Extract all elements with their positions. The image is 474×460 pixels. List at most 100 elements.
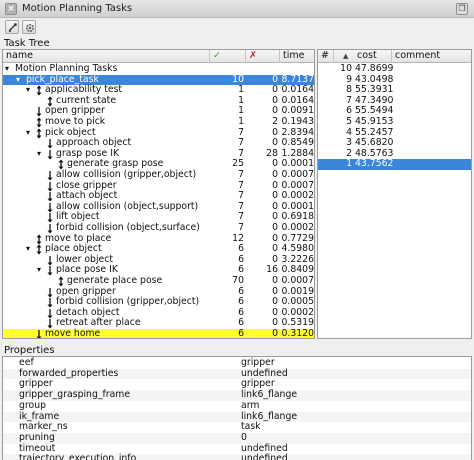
task-tree-row[interactable]: ▾ pick object 7 0 2.8394 [3, 127, 314, 139]
task-tree-row[interactable]: forbid collision (gripper,object) 6 0 0.000… [3, 297, 314, 308]
solutions-count: 1 [238, 116, 244, 127]
solution-row[interactable]: 9 43.0498 [318, 74, 471, 86]
task-tree-row[interactable]: forbid collision (object,surface) 7 0 0.000… [3, 222, 314, 234]
property-row[interactable]: ik_frame link6_flange [3, 411, 471, 423]
solutions-list[interactable]: # ▲ cost comment 10 47.8699 9 43.0498 8 55.39… [317, 49, 472, 339]
solution-row[interactable]: 7 47.3490 [318, 95, 471, 107]
solution-row[interactable]: 6 55.5494 [318, 106, 471, 117]
settings-button[interactable] [22, 20, 36, 34]
property-row[interactable]: gripper_grasping_frame link6_flange [3, 389, 471, 401]
column-header-time[interactable]: time [280, 50, 314, 63]
task-tree-row[interactable]: generate place pose 70 0 0.0007 [3, 275, 314, 287]
propagate-down-icon [47, 255, 53, 266]
expander-arrow-icon[interactable]: ▾ [37, 265, 41, 276]
solution-row[interactable]: 8 55.3931 [318, 85, 471, 96]
propagate-down-icon [36, 330, 42, 338]
time-value: 0.3120 [281, 328, 314, 339]
solution-row[interactable]: 2 48.5763 [318, 148, 471, 160]
property-row[interactable]: marker_ns task [3, 422, 471, 433]
property-value: 0 [241, 431, 247, 443]
solutions-count: 6 [238, 328, 244, 339]
column-header-cost[interactable]: cost [354, 50, 392, 63]
propagate-down-icon [47, 308, 53, 319]
property-row[interactable]: forwarded_properties undefined [3, 368, 471, 380]
task-name-cell: forbid collision (object,surface) [3, 222, 210, 234]
propagate-down-icon [47, 192, 53, 202]
failures-count: 0 [272, 275, 278, 286]
task-tree-row[interactable]: ▾ Motion Planning Tasks [3, 63, 314, 75]
window-float-button[interactable]: ❐ [456, 3, 468, 15]
solutions-count: 7 [238, 169, 244, 180]
task-name: move home [45, 328, 101, 339]
task-name-cell: move to pick [3, 116, 210, 128]
solution-cost: 47.8699 [355, 63, 394, 74]
solution-row[interactable]: 1 43.7562 [318, 158, 471, 170]
time-value: 0.0002 [281, 222, 314, 233]
failures-count: 2 [272, 116, 278, 127]
failures-count: 0 [272, 222, 278, 233]
reset-button[interactable] [5, 20, 19, 34]
propagate-down-icon [47, 266, 53, 276]
check-icon: ✓ [213, 50, 221, 61]
property-row[interactable]: trajectory_execution_info undefined [3, 454, 471, 460]
task-name-cell: allow collision (gripper,object) [3, 169, 210, 181]
solution-row[interactable]: 3 45.6820 [318, 138, 471, 149]
properties-view[interactable]: eef gripper forwarded_properties undefinedg… [2, 356, 472, 460]
time-value: 0.0007 [281, 275, 314, 286]
title-bar: × Motion Planning Tasks ❐ [0, 0, 474, 18]
task-name-cell: move home [3, 328, 210, 339]
column-header-name[interactable]: name [3, 50, 210, 63]
window-close-button[interactable]: × [5, 3, 17, 15]
solution-cost: 45.9153 [355, 116, 394, 127]
task-tree-row[interactable]: detach object 6 0 0.0002 [3, 307, 314, 319]
property-row[interactable]: group arm [3, 400, 471, 412]
task-tree-row[interactable]: move home 6 0 0.3120 [3, 328, 314, 339]
propagate-down-icon [47, 298, 53, 308]
solution-index: 1 [346, 158, 352, 170]
task-tree-row[interactable]: allow collision (gripper,object) 7 0 0.0007 [3, 169, 314, 181]
expander-arrow-icon[interactable]: ▾ [16, 75, 20, 86]
column-header-solutions[interactable]: ✓ [210, 50, 246, 63]
task-tree-row[interactable]: move to pick 1 2 0.1943 [3, 116, 314, 128]
task-name: forbid collision (object,surface) [56, 222, 200, 233]
task-tree-row[interactable]: close gripper 7 0 0.0007 [3, 180, 314, 192]
failures-count [246, 64, 278, 75]
property-value: gripper [241, 357, 275, 368]
expander-arrow-icon[interactable]: ▾ [5, 64, 9, 75]
propagate-down-icon [47, 202, 53, 213]
time-value: 0.1943 [281, 116, 314, 127]
property-row[interactable]: pruning 0 [3, 431, 471, 444]
property-name: eef [19, 357, 34, 368]
expander-arrow-icon[interactable]: ▾ [26, 244, 30, 255]
task-tree-row[interactable]: ▾ applicability test 1 0 0.0164 [3, 85, 314, 96]
task-tree-row[interactable]: ▾ place object 6 0 4.5980 [3, 244, 314, 255]
propagate-down-icon [47, 213, 53, 223]
bidirectional-stage-icon [36, 234, 42, 245]
column-header-comment[interactable]: comment [392, 50, 471, 63]
expander-arrow-icon[interactable]: ▾ [37, 149, 41, 160]
time-value: 0.0007 [281, 169, 314, 180]
task-tree-label: Task Tree [4, 38, 50, 49]
solution-row[interactable]: 4 55.2457 [318, 127, 471, 139]
propagate-down-icon [47, 287, 53, 298]
column-header-index[interactable]: # [318, 50, 334, 63]
propagate-down-icon [47, 171, 53, 181]
solution-row[interactable]: 5 45.9153 [318, 116, 471, 128]
task-tree-row[interactable]: allow collision (object,support) 7 0 0.0001 [3, 201, 314, 213]
task-name: move to pick [45, 116, 106, 127]
task-name-cell: move to place [3, 233, 210, 245]
solution-index: 10 [340, 63, 352, 74]
task-name-cell: current state [3, 95, 210, 107]
bidirectional-stage-icon [36, 244, 42, 255]
bidirectional-stage-icon [36, 85, 42, 96]
task-name-cell: ▾ Motion Planning Tasks [3, 63, 210, 75]
task-name-cell: generate place pose [3, 275, 210, 287]
cross-icon: ✗ [249, 50, 257, 61]
solution-cost: 43.7562 [355, 158, 394, 170]
column-header-failures[interactable]: ✗ [246, 50, 280, 63]
task-tree-view[interactable]: name ✓ ✗ time ▾ Motion Planning Tasks ▾ pic… [2, 49, 315, 339]
solution-row[interactable]: 10 47.8699 [318, 63, 471, 75]
expander-arrow-icon[interactable]: ▾ [26, 85, 30, 96]
expander-arrow-icon[interactable]: ▾ [26, 128, 30, 139]
failures-count: 0 [272, 169, 278, 180]
